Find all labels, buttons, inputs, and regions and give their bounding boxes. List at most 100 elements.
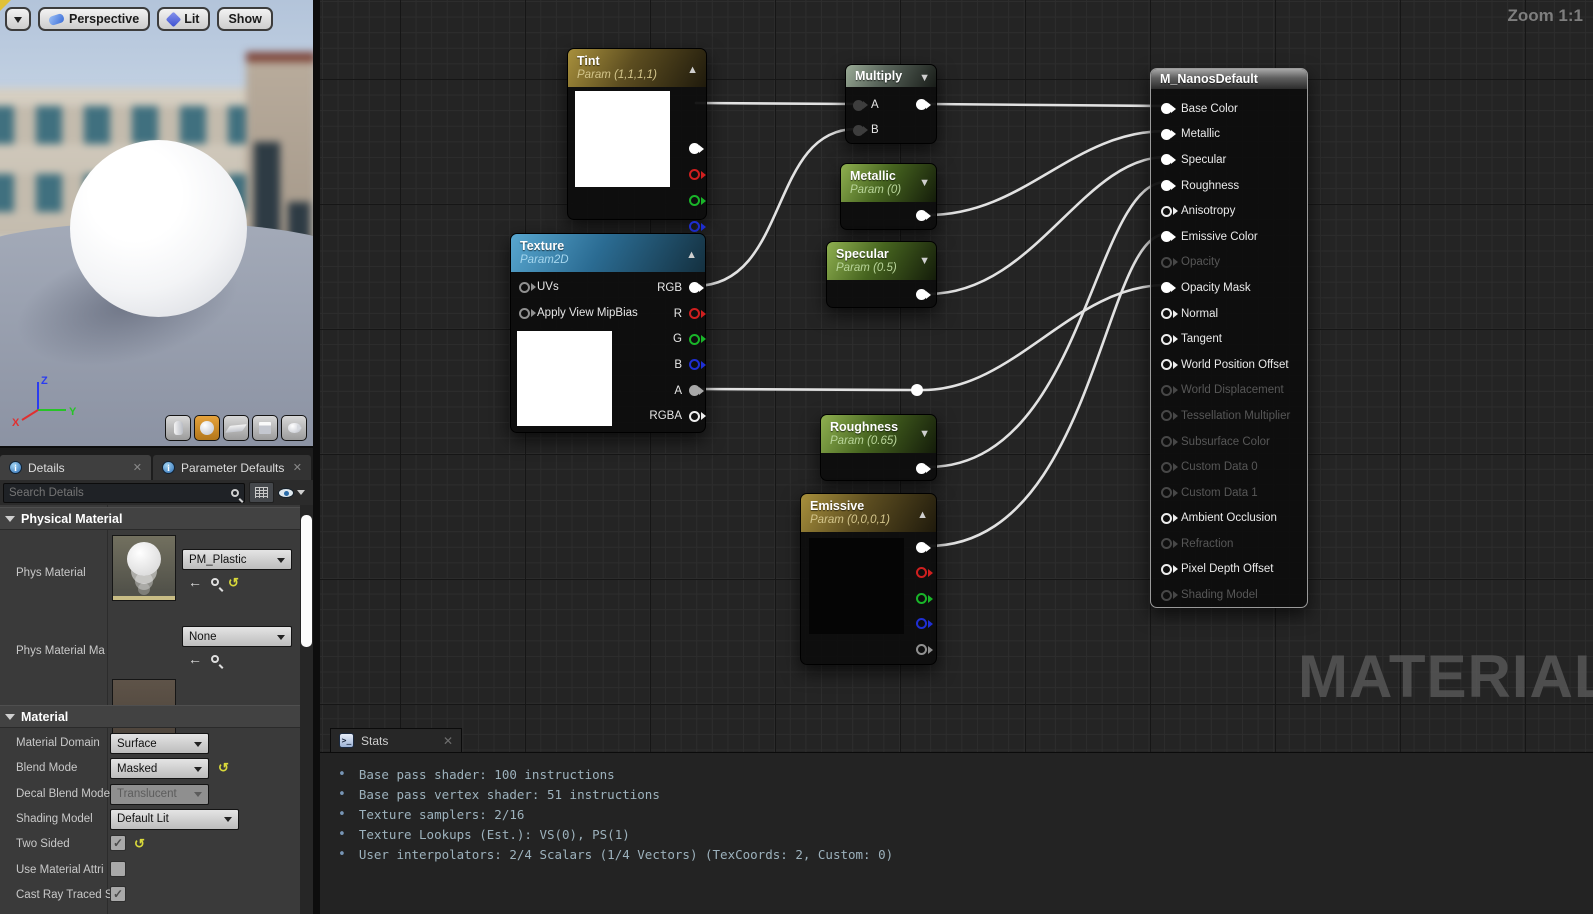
pin-icon[interactable] <box>1161 436 1172 447</box>
pin-r-output[interactable] <box>916 567 927 578</box>
pin-icon[interactable] <box>689 308 700 319</box>
pin-rgb-output[interactable] <box>689 143 700 154</box>
tab-stats[interactable]: >_ Stats ✕ <box>330 728 462 752</box>
node-texture[interactable]: Texture Param2D ▲ UVs Apply View MipBias… <box>510 233 706 433</box>
collapse-down-icon[interactable]: ▼ <box>919 255 930 267</box>
browse-icon[interactable] <box>211 578 219 586</box>
material-input-ambient-occlusion[interactable]: Ambient Occlusion <box>1151 506 1307 532</box>
pin-icon[interactable] <box>1161 462 1172 473</box>
texture-output-b[interactable]: B <box>630 352 700 378</box>
material-input-world-displacement[interactable]: World Displacement <box>1151 378 1307 404</box>
collapse-up-icon[interactable]: ▲ <box>686 249 697 261</box>
pin-specular-output[interactable] <box>916 289 927 300</box>
material-output-header[interactable]: M_NanosDefault <box>1151 69 1307 89</box>
view-options-button[interactable] <box>249 482 274 503</box>
material-domain-dropdown[interactable]: Surface <box>110 733 209 754</box>
expand-icon[interactable] <box>5 714 15 725</box>
material-input-custom-data-0[interactable]: Custom Data 0 <box>1151 454 1307 480</box>
pin-icon[interactable] <box>689 359 700 370</box>
collapse-down-icon[interactable]: ▼ <box>919 428 930 440</box>
pin-rgba-output[interactable] <box>916 644 927 655</box>
node-specular[interactable]: Specular Param (0.5) ▼ <box>826 241 937 308</box>
pin-icon[interactable] <box>1161 385 1172 396</box>
pin-icon[interactable] <box>1161 359 1172 370</box>
pin-g-output[interactable] <box>916 593 927 604</box>
pin-b-output[interactable] <box>689 221 700 232</box>
use-selected-icon[interactable]: ← <box>188 575 202 589</box>
shading-model-dropdown[interactable]: Default Lit <box>110 809 239 830</box>
material-input-specular[interactable]: Specular <box>1151 147 1307 173</box>
node-roughness-header[interactable]: Roughness Param (0.65) ▼ <box>821 415 936 453</box>
pin-uvs-input[interactable] <box>519 282 530 293</box>
browse-icon[interactable] <box>211 655 219 663</box>
material-input-metallic[interactable]: Metallic <box>1151 122 1307 148</box>
reset-icon[interactable]: ↺ <box>228 576 239 589</box>
material-input-tessellation-multiplier[interactable]: Tessellation Multiplier <box>1151 403 1307 429</box>
texture-output-g[interactable]: G <box>630 326 700 352</box>
node-tint-header[interactable]: Tint Param (1,1,1,1) ▲ <box>568 49 706 87</box>
section-material[interactable]: Material <box>0 705 313 728</box>
node-texture-header[interactable]: Texture Param2D ▲ <box>511 234 705 272</box>
preview-viewport[interactable]: Perspective Lit Show Z Y X <box>0 0 313 448</box>
node-material-output[interactable]: M_NanosDefault Base ColorMetallicSpecula… <box>1150 68 1308 608</box>
reset-icon[interactable]: ↺ <box>134 837 145 850</box>
material-input-anisotropy[interactable]: Anisotropy <box>1151 198 1307 224</box>
texture-output-rgb[interactable]: RGB <box>630 275 700 301</box>
pin-icon[interactable] <box>1161 410 1172 421</box>
pin-icon[interactable] <box>689 385 700 396</box>
pin-icon[interactable] <box>1161 282 1172 293</box>
collapse-down-icon[interactable]: ▼ <box>919 177 930 189</box>
pin-icon[interactable] <box>1161 590 1172 601</box>
visibility-filter-button[interactable] <box>278 486 305 499</box>
material-input-refraction[interactable]: Refraction <box>1151 531 1307 557</box>
preview-shape-teapot-button[interactable] <box>281 415 307 441</box>
texture-input-uvs[interactable]: UVs <box>519 281 559 293</box>
material-input-emissive-color[interactable]: Emissive Color <box>1151 224 1307 250</box>
texture-output-r[interactable]: R <box>630 301 700 327</box>
material-input-tangent[interactable]: Tangent <box>1151 326 1307 352</box>
material-input-pixel-depth-offset[interactable]: Pixel Depth Offset <box>1151 557 1307 583</box>
two-sided-checkbox[interactable]: ✓ <box>110 835 126 851</box>
material-input-roughness[interactable]: Roughness <box>1151 173 1307 199</box>
node-metallic[interactable]: Metallic Param (0) ▼ <box>840 163 937 230</box>
pin-icon[interactable] <box>1161 564 1172 575</box>
use-selected-icon[interactable]: ← <box>188 652 202 666</box>
pin-icon[interactable] <box>689 334 700 345</box>
pin-icon[interactable] <box>1161 257 1172 268</box>
tab-parameter-defaults[interactable]: i Parameter Defaults ✕ <box>153 455 311 480</box>
pin-g-output[interactable] <box>689 195 700 206</box>
pin-a-input[interactable] <box>853 100 864 111</box>
show-button[interactable]: Show <box>217 7 272 31</box>
close-icon[interactable]: ✕ <box>133 461 142 474</box>
node-metallic-header[interactable]: Metallic Param (0) ▼ <box>841 164 936 202</box>
pin-r-output[interactable] <box>689 169 700 180</box>
collapse-up-icon[interactable]: ▲ <box>687 64 698 76</box>
tab-details[interactable]: i Details ✕ <box>0 455 151 480</box>
pin-icon[interactable] <box>689 282 700 293</box>
phys-material-dropdown[interactable]: PM_Plastic <box>182 549 292 570</box>
node-specular-header[interactable]: Specular Param (0.5) ▼ <box>827 242 936 280</box>
blend-mode-dropdown[interactable]: Masked <box>110 758 209 779</box>
perspective-button[interactable]: Perspective <box>38 7 150 31</box>
reroute-node[interactable] <box>911 384 923 396</box>
expand-icon[interactable] <box>5 516 15 527</box>
pin-roughness-output[interactable] <box>916 463 927 474</box>
pin-icon[interactable] <box>1161 180 1172 191</box>
node-multiply[interactable]: Multiply ▼ A B <box>845 64 937 144</box>
preview-shape-cube-button[interactable] <box>252 415 278 441</box>
lit-button[interactable]: Lit <box>157 7 210 31</box>
material-input-opacity[interactable]: Opacity <box>1151 250 1307 276</box>
search-input[interactable] <box>9 487 231 499</box>
pin-icon[interactable] <box>1161 231 1172 242</box>
pin-icon[interactable] <box>1161 513 1172 524</box>
reset-icon[interactable]: ↺ <box>218 761 229 774</box>
search-box[interactable] <box>3 483 245 503</box>
preview-shape-cylinder-button[interactable] <box>165 415 191 441</box>
pin-icon[interactable] <box>1161 538 1172 549</box>
pin-b-input[interactable] <box>853 125 864 136</box>
node-emissive[interactable]: Emissive Param (0,0,0,1) ▲ <box>800 493 937 665</box>
section-physical-material[interactable]: Physical Material <box>0 507 313 530</box>
pin-rgb-output[interactable] <box>916 542 927 553</box>
multiply-input-a[interactable]: A <box>853 99 879 111</box>
pin-icon[interactable] <box>1161 129 1172 140</box>
